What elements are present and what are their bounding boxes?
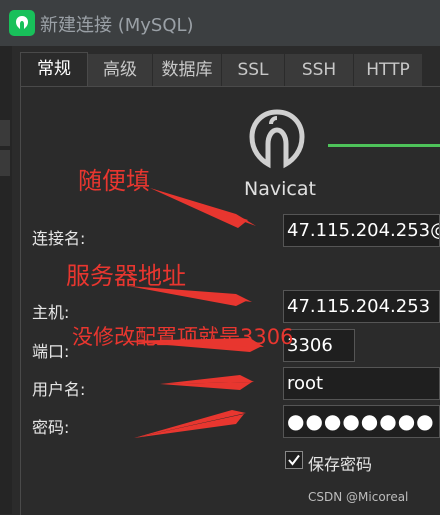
annotation-arrows [120, 188, 264, 438]
arrow-connection-name-icon [150, 188, 248, 228]
csdn-watermark: CSDN @Micoreal [308, 490, 409, 504]
arrow-password-icon [134, 414, 244, 438]
